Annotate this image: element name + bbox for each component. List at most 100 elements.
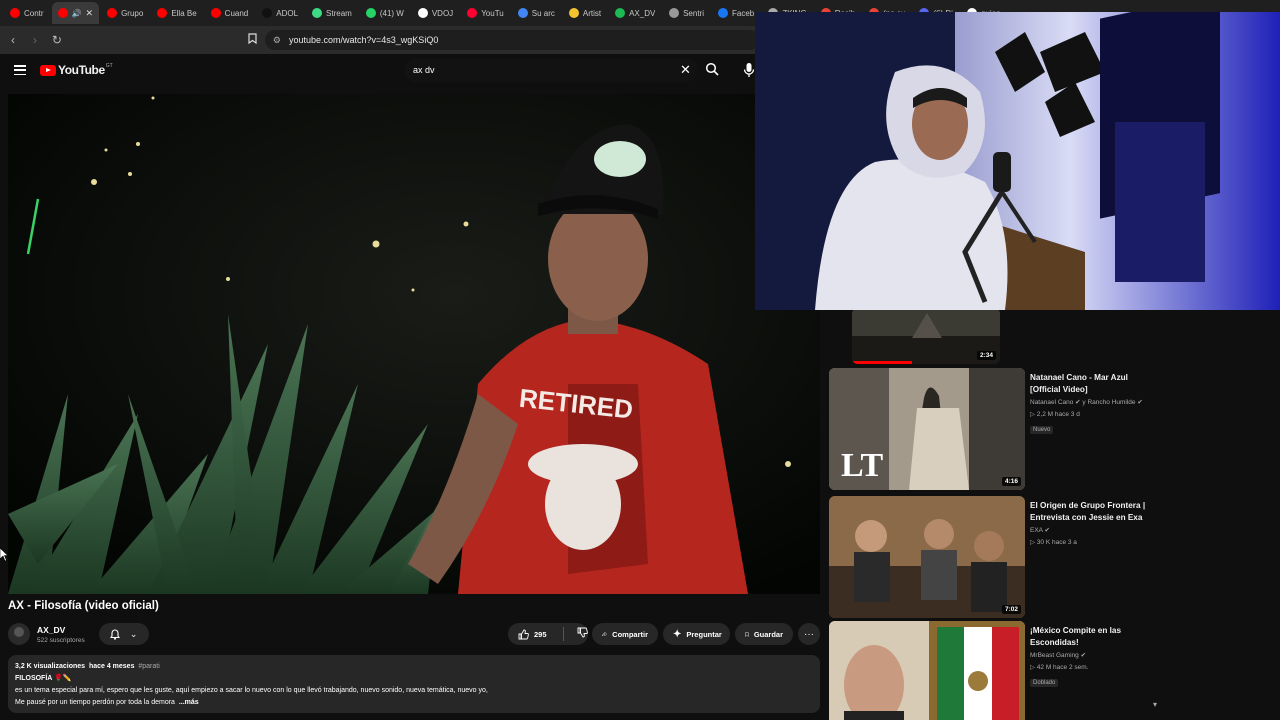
youtube-logo[interactable]: YouTube GT (40, 63, 113, 77)
tab-favicon-icon (669, 8, 680, 18)
browser-tab[interactable]: Grupo (101, 2, 149, 24)
recommendation-title[interactable]: El Origen de Grupo Frontera | Entrevista… (1030, 500, 1160, 524)
recommendation-item[interactable]: ¡México Compite en las Escondidas! MrBea… (828, 621, 1160, 720)
tab-close-icon[interactable]: ✕ (86, 8, 94, 19)
video-duration: 2:34 (976, 351, 996, 360)
save-button[interactable]: Guardar (735, 623, 793, 645)
recommendation-info: ¡México Compite en las Escondidas! MrBea… (1030, 625, 1160, 689)
recommendation-title[interactable]: ¡México Compite en las Escondidas! (1030, 625, 1160, 649)
sparkle-icon: ✦ (673, 628, 682, 640)
tab-label: Cuand (224, 8, 249, 18)
recommendation-info: Natanael Cano - Mar Azul [Official Video… (1030, 372, 1160, 436)
webcam-feed (755, 12, 1280, 310)
tab-favicon-icon (517, 8, 528, 18)
tab-label: AX_DV (629, 8, 656, 18)
tab-favicon-icon (210, 8, 221, 18)
browser-tab[interactable]: 🔊 ✕ (51, 2, 100, 24)
upload-age: hace 4 meses (88, 663, 135, 670)
tab-label: Su arc (531, 8, 555, 18)
clear-search-icon[interactable]: ✕ (680, 62, 691, 78)
description-meta: 3,2 K visualizaciones hace 4 meses #para… (15, 661, 813, 673)
dislike-button[interactable] (569, 627, 588, 641)
search-icon[interactable] (705, 62, 719, 76)
browser-tab[interactable]: Contr (4, 2, 50, 24)
recommendation-item[interactable]: LT 4:16 Natanael Cano - Mar Azul [Offici… (828, 368, 1160, 492)
menu-icon[interactable] (14, 65, 26, 75)
action-bar: 295 Compartir ✦ Preguntar Guardar ··· (0, 623, 830, 645)
dubbed-badge: Doblado (1030, 679, 1059, 687)
browser-tab[interactable]: VDOJ (412, 2, 459, 24)
share-button[interactable]: Compartir (592, 623, 658, 645)
browser-tab[interactable]: Artist (563, 2, 607, 24)
recommendation-channel[interactable]: MrBeast Gaming ✔ (1030, 651, 1160, 659)
ask-button[interactable]: ✦ Preguntar (663, 623, 730, 645)
tab-label: Sentri (683, 8, 704, 18)
tab-favicon-icon (157, 8, 168, 18)
show-more-link[interactable]: ...más (179, 699, 199, 706)
new-badge: Nuevo (1030, 426, 1054, 434)
tab-label: Ella Be (171, 8, 197, 18)
recommendation-item[interactable]: 7:02 El Origen de Grupo Frontera | Entre… (828, 496, 1160, 620)
scroll-down-icon[interactable]: ▾ (1153, 700, 1157, 709)
tab-favicon-icon (568, 8, 579, 18)
search-query: ax dv (413, 65, 435, 75)
microphone-icon[interactable] (742, 62, 756, 78)
tab-label: Stream (326, 8, 352, 18)
address-bar-url: youtube.com/watch?v=4s3_wgKSiQ0 (288, 35, 439, 45)
browser-tab[interactable]: Sentri (663, 2, 710, 24)
browser-tab[interactable]: Su arc (512, 2, 561, 24)
recommendation-title[interactable]: Natanael Cano - Mar Azul [Official Video… (1030, 372, 1160, 396)
share-icon (602, 631, 607, 637)
recommendation-thumbnail[interactable]: LT 4:16 (829, 368, 1025, 490)
recommendation-item[interactable]: 2:34 (828, 308, 1160, 370)
tab-label: Faceb (732, 8, 755, 18)
more-options-icon[interactable]: ··· (798, 623, 820, 645)
tab-favicon-icon (10, 8, 20, 18)
like-button[interactable]: 295 (508, 629, 558, 640)
browser-tab[interactable]: YouTu (461, 2, 510, 24)
video-player[interactable]: RETIRED (8, 94, 820, 594)
thumbs-down-icon (577, 627, 588, 638)
address-bar[interactable]: ⚙ youtube.com/watch?v=4s3_wgKSiQ0 (264, 30, 760, 50)
browser-tab[interactable]: AX_DV (609, 2, 661, 24)
back-icon[interactable]: ‹ (6, 33, 20, 47)
browser-tab[interactable]: Faceb (712, 2, 760, 24)
recommendation-thumbnail[interactable] (829, 621, 1025, 720)
browser-tab[interactable]: ADOL (256, 2, 304, 24)
tab-favicon-icon (718, 8, 728, 18)
view-count: 3,2 K visualizaciones (15, 663, 86, 670)
recommendation-stats: ▷ 2,2 M hace 3 d (1030, 411, 1080, 418)
recommendation-info: El Origen de Grupo Frontera | Entrevista… (1030, 500, 1160, 546)
site-info-icon[interactable]: ⚙ (273, 35, 281, 46)
recommendation-channel[interactable]: EXA ✔ (1030, 526, 1160, 534)
ask-label: Preguntar (686, 629, 722, 639)
description-box[interactable]: 3,2 K visualizaciones hace 4 meses #para… (8, 655, 820, 713)
watched-progress (852, 361, 912, 364)
mouse-cursor-icon (0, 548, 8, 562)
tab-label: Grupo (121, 8, 144, 18)
video-duration: 4:16 (1001, 477, 1021, 486)
browser-tab[interactable]: (41) W (360, 2, 410, 24)
description-line: es un tema especial para mí, espero que … (15, 687, 488, 694)
tab-label: (41) W (379, 8, 404, 18)
tab-favicon-icon (107, 8, 118, 18)
share-label: Compartir (612, 629, 648, 639)
search-input[interactable]: ax dv (404, 58, 698, 82)
tab-label: YouTu (481, 8, 504, 18)
browser-tab[interactable]: Stream (306, 2, 358, 24)
description-heading: FILOSOFÍA 🌹✏️ (15, 675, 72, 682)
reload-icon[interactable]: ↻ (50, 33, 64, 47)
hashtag-link[interactable]: #parati (138, 663, 159, 670)
svg-text:LT: LT (841, 447, 884, 484)
recommendation-thumbnail[interactable]: 2:34 (852, 308, 1000, 364)
bookmark-icon[interactable] (248, 33, 257, 47)
browser-tab[interactable]: Ella Be (151, 2, 202, 24)
recommendation-thumbnail[interactable]: 7:02 (829, 496, 1025, 618)
youtube-play-icon (40, 64, 56, 76)
video-frame: RETIRED (8, 94, 820, 594)
recommendation-channel[interactable]: Natanael Cano ✔ y Rancho Humilde ✔ (1030, 398, 1160, 406)
tab-audio-icon[interactable]: 🔊 (72, 9, 82, 18)
forward-icon[interactable]: › (28, 33, 42, 47)
like-divider (563, 627, 564, 641)
browser-tab[interactable]: Cuand (205, 2, 255, 24)
